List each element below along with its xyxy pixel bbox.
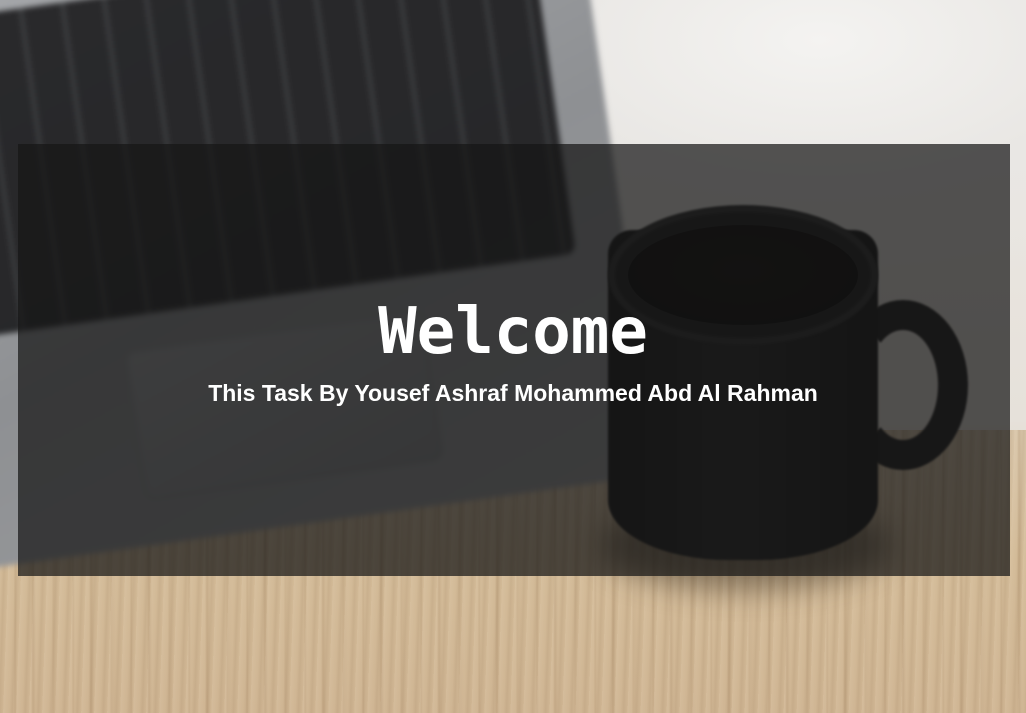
hero-subtitle: This Task By Yousef Ashraf Mohammed Abd …	[208, 380, 818, 406]
hero-title: Welcome	[378, 295, 648, 369]
